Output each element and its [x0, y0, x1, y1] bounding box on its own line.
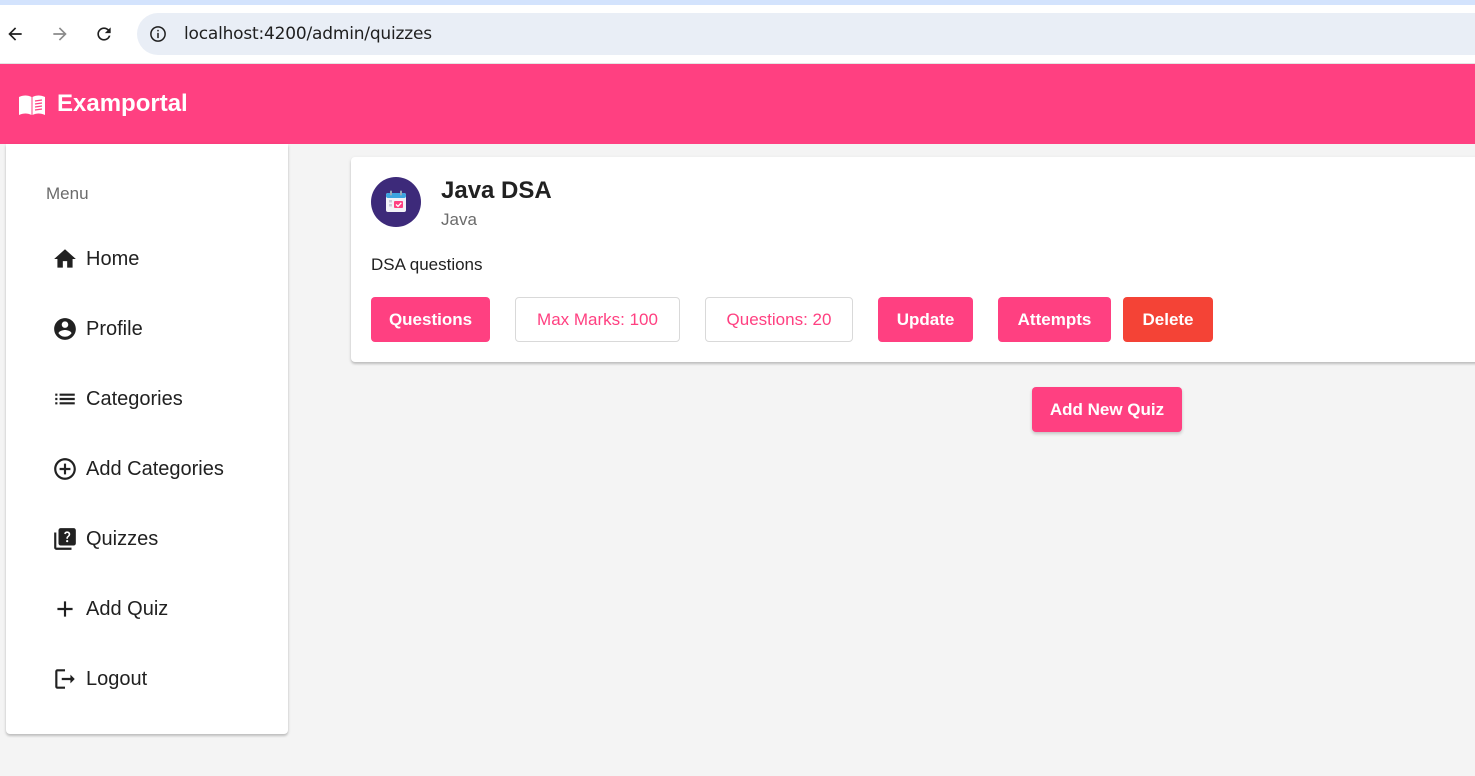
back-button[interactable] — [1, 20, 29, 48]
arrow-right-icon — [53, 27, 67, 41]
arrow-left-icon — [8, 27, 22, 41]
add-circle-icon — [52, 456, 78, 482]
question-count-button[interactable]: Questions: 20 — [705, 297, 853, 342]
sidebar-item-quizzes[interactable]: Quizzes — [6, 509, 288, 569]
sidebar-item-categories[interactable]: Categories — [6, 369, 288, 429]
forward-button[interactable] — [46, 20, 74, 48]
max-marks-button[interactable]: Max Marks: 100 — [515, 297, 680, 342]
list-icon — [52, 386, 78, 412]
book-open-icon — [19, 95, 45, 115]
sidebar-item-label: Profile — [86, 317, 143, 340]
menu-title: Menu — [46, 184, 89, 203]
home-icon — [52, 246, 78, 272]
sidebar-item-label: Add Categories — [86, 457, 224, 480]
logout-icon — [52, 666, 78, 692]
calendar-icon — [386, 190, 406, 212]
delete-button[interactable]: Delete — [1123, 297, 1213, 342]
attempts-button[interactable]: Attempts — [998, 297, 1111, 342]
sidebar-item-label: Home — [86, 247, 140, 270]
quiz-title: Java DSA — [441, 177, 552, 204]
plus-icon — [52, 596, 78, 622]
sidebar-item-add-quiz[interactable]: Add Quiz — [6, 579, 288, 639]
app-title[interactable]: Examportal — [57, 90, 188, 118]
account-circle-icon — [52, 316, 78, 342]
reload-icon — [97, 27, 111, 41]
sidebar-item-profile[interactable]: Profile — [6, 299, 288, 359]
browser-toolbar: localhost:4200/admin/quizzes — [0, 5, 1475, 63]
sidebar-item-label: Categories — [86, 387, 183, 410]
quiz-description: DSA questions — [371, 255, 483, 274]
sidebar-item-label: Quizzes — [86, 527, 159, 550]
add-new-quiz-button[interactable]: Add New Quiz — [1032, 387, 1182, 432]
app-toolbar: Examportal — [0, 64, 1475, 144]
reload-button[interactable] — [90, 20, 118, 48]
quiz-icon — [52, 526, 78, 552]
sidebar-item-home[interactable]: Home — [6, 229, 288, 289]
sidebar-item-label: Add Quiz — [86, 597, 169, 620]
address-bar[interactable]: localhost:4200/admin/quizzes — [137, 13, 1475, 55]
info-icon[interactable] — [149, 25, 167, 43]
sidebar-item-logout[interactable]: Logout — [6, 649, 288, 709]
update-button[interactable]: Update — [878, 297, 973, 342]
sidebar-item-label: Logout — [86, 667, 148, 690]
quiz-card: Java DSA Java DSA questions Questions Ma… — [351, 157, 1475, 362]
sidebar: Menu Home Profile Categories Add Categor… — [6, 144, 288, 734]
avatar — [371, 177, 421, 227]
questions-button[interactable]: Questions — [371, 297, 490, 342]
url-text[interactable]: localhost:4200/admin/quizzes — [184, 24, 432, 44]
quiz-category: Java — [441, 210, 477, 229]
sidebar-item-add-categories[interactable]: Add Categories — [6, 439, 288, 499]
